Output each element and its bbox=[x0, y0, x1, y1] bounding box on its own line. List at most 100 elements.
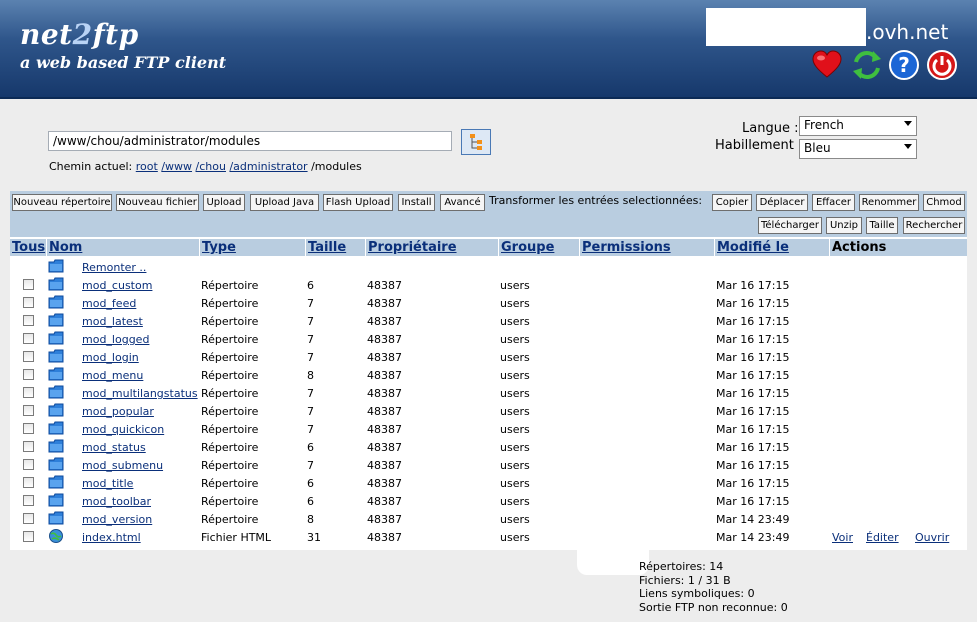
row-modified: Mar 16 17:15 bbox=[716, 315, 790, 328]
tree-icon bbox=[470, 134, 482, 150]
row-checkbox[interactable] bbox=[23, 387, 34, 398]
row-name-link[interactable]: index.html bbox=[82, 531, 141, 544]
folder-icon bbox=[48, 475, 64, 489]
row-checkbox[interactable] bbox=[23, 333, 34, 344]
row-group: users bbox=[500, 531, 530, 544]
advanced-button[interactable]: Avancé bbox=[440, 194, 485, 211]
row-checkbox[interactable] bbox=[23, 531, 34, 542]
unzip-button[interactable]: Unzip bbox=[826, 217, 862, 234]
new-file-button[interactable]: Nouveau fichier bbox=[116, 194, 199, 211]
download-button[interactable]: Télécharger bbox=[758, 217, 822, 234]
table-row: mod_menu Répertoire 8 48387 users Mar 16 17:1… bbox=[10, 366, 967, 384]
row-name-link[interactable]: mod_logged bbox=[82, 333, 149, 346]
row-name-link[interactable]: mod_login bbox=[82, 351, 139, 364]
refresh-icon[interactable] bbox=[851, 49, 883, 81]
row-type: Répertoire bbox=[201, 405, 259, 418]
row-group: users bbox=[500, 477, 530, 490]
row-name-link[interactable]: mod_popular bbox=[82, 405, 154, 418]
column-header-owner[interactable]: Propriétaire bbox=[366, 239, 498, 256]
row-type: Répertoire bbox=[201, 423, 259, 436]
breadcrumb-root[interactable]: root bbox=[136, 160, 158, 173]
up-directory-link[interactable]: Remonter .. bbox=[82, 261, 146, 274]
row-name-link[interactable]: mod_toolbar bbox=[82, 495, 151, 508]
row-checkbox[interactable] bbox=[23, 279, 34, 290]
row-group: users bbox=[500, 333, 530, 346]
column-header-size[interactable]: Taille bbox=[306, 239, 365, 256]
help-icon[interactable]: ? bbox=[888, 49, 920, 81]
flash-upload-button[interactable]: Flash Upload bbox=[323, 194, 393, 211]
row-type: Répertoire bbox=[201, 297, 259, 310]
table-row: mod_latest Répertoire 7 48387 users Mar 16 17… bbox=[10, 312, 967, 330]
row-size: 7 bbox=[307, 423, 314, 436]
row-owner: 48387 bbox=[367, 405, 402, 418]
row-checkbox[interactable] bbox=[23, 423, 34, 434]
column-header-type[interactable]: Type bbox=[200, 239, 305, 256]
folder-icon bbox=[48, 511, 64, 525]
row-checkbox[interactable] bbox=[23, 513, 34, 524]
copy-button[interactable]: Copier bbox=[712, 194, 752, 211]
row-modified: Mar 16 17:15 bbox=[716, 495, 790, 508]
skin-select[interactable]: Bleu bbox=[799, 139, 917, 159]
row-size: 6 bbox=[307, 477, 314, 490]
row-name-link[interactable]: mod_submenu bbox=[82, 459, 163, 472]
row-group: users bbox=[500, 297, 530, 310]
row-checkbox[interactable] bbox=[23, 459, 34, 470]
search-button[interactable]: Rechercher bbox=[903, 217, 965, 234]
column-header-group[interactable]: Groupe bbox=[499, 239, 579, 256]
row-checkbox[interactable] bbox=[23, 495, 34, 506]
folder-icon bbox=[48, 367, 64, 381]
column-header-modified[interactable]: Modifié le bbox=[715, 239, 829, 256]
row-name-link[interactable]: mod_menu bbox=[82, 369, 143, 382]
row-checkbox[interactable] bbox=[23, 351, 34, 362]
delete-button[interactable]: Effacer bbox=[812, 194, 855, 211]
upload-java-button[interactable]: Upload Java bbox=[250, 194, 319, 211]
folder-icon bbox=[48, 457, 64, 471]
folder-icon bbox=[48, 385, 64, 399]
row-name-link[interactable]: mod_quickicon bbox=[82, 423, 164, 436]
row-checkbox[interactable] bbox=[23, 477, 34, 488]
row-modified: Mar 16 17:15 bbox=[716, 369, 790, 382]
row-name-link[interactable]: mod_multilangstatus bbox=[82, 387, 198, 400]
row-checkbox[interactable] bbox=[23, 315, 34, 326]
edit-link[interactable]: Éditer bbox=[866, 531, 899, 544]
column-header-all[interactable]: Tous bbox=[10, 239, 46, 256]
new-directory-button[interactable]: Nouveau répertoire bbox=[12, 194, 112, 211]
column-header-permissions[interactable]: Permissions bbox=[580, 239, 714, 256]
folder-icon bbox=[48, 331, 64, 345]
heart-icon[interactable] bbox=[811, 49, 843, 81]
browse-tree-button[interactable] bbox=[461, 129, 491, 155]
power-icon[interactable] bbox=[926, 49, 958, 81]
size-button[interactable]: Taille bbox=[866, 217, 898, 234]
install-button[interactable]: Install bbox=[398, 194, 435, 211]
row-name-link[interactable]: mod_feed bbox=[82, 297, 136, 310]
row-checkbox[interactable] bbox=[23, 405, 34, 416]
row-name-link[interactable]: mod_latest bbox=[82, 315, 143, 328]
column-header-name[interactable]: Nom bbox=[47, 239, 199, 256]
breadcrumb-www[interactable]: /www bbox=[161, 160, 192, 173]
row-type: Répertoire bbox=[201, 333, 259, 346]
row-checkbox[interactable] bbox=[23, 297, 34, 308]
row-modified: Mar 16 17:15 bbox=[716, 405, 790, 418]
table-row: mod_title Répertoire 6 48387 users Mar 16 17:… bbox=[10, 474, 967, 492]
chmod-button[interactable]: Chmod bbox=[923, 194, 965, 211]
row-group: users bbox=[500, 405, 530, 418]
row-name-link[interactable]: mod_status bbox=[82, 441, 146, 454]
view-link[interactable]: Voir bbox=[832, 531, 853, 544]
move-button[interactable]: Déplacer bbox=[756, 194, 808, 211]
table-row: mod_submenu Répertoire 7 48387 users Mar 16 1… bbox=[10, 456, 967, 474]
row-name-link[interactable]: mod_version bbox=[82, 513, 152, 526]
row-name-link[interactable]: mod_custom bbox=[82, 279, 152, 292]
open-link[interactable]: Ouvrir bbox=[915, 531, 949, 544]
row-group: users bbox=[500, 495, 530, 508]
directory-path-input[interactable] bbox=[48, 131, 452, 151]
breadcrumb-chou[interactable]: /chou bbox=[196, 160, 226, 173]
row-name-link[interactable]: mod_title bbox=[82, 477, 133, 490]
breadcrumb-administrator[interactable]: /administrator bbox=[229, 160, 307, 173]
upload-button[interactable]: Upload bbox=[203, 194, 245, 211]
row-checkbox[interactable] bbox=[23, 441, 34, 452]
folder-icon bbox=[48, 493, 64, 507]
language-select[interactable]: French bbox=[799, 116, 917, 136]
rename-button[interactable]: Renommer bbox=[859, 194, 919, 211]
table-row: mod_status Répertoire 6 48387 users Mar 16 17… bbox=[10, 438, 967, 456]
row-checkbox[interactable] bbox=[23, 369, 34, 380]
